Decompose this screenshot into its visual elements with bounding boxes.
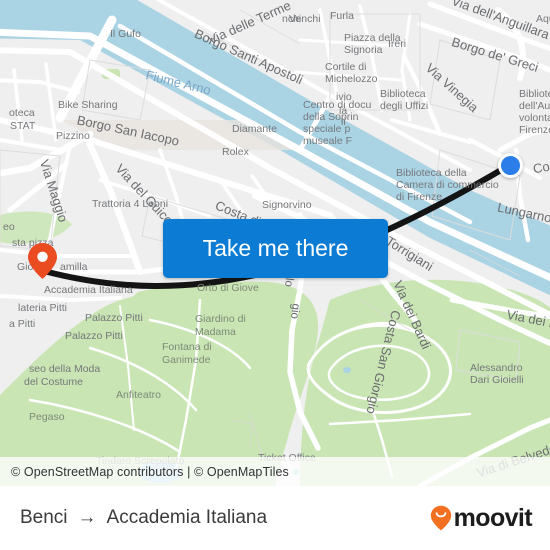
map-attribution: © OpenStreetMap contributors | © OpenMap… [0,457,550,486]
route-destination-label: Accademia Italiana [106,507,268,528]
attribution-text: © OpenStreetMap contributors | © OpenMap… [11,464,289,479]
map-pin-icon [28,243,57,279]
moovit-pin-icon [430,505,451,531]
route-summary: Benci → Accademia Italiana [20,507,267,529]
take-me-there-button[interactable]: Take me there [163,219,388,278]
take-me-there-label: Take me there [202,235,349,261]
arrow-right-icon: → [77,507,97,528]
moovit-logo: moovit [430,503,533,533]
footer-bar: Benci → Accademia Italiana moovit [0,486,550,550]
origin-pin-marker[interactable] [27,242,58,280]
route-origin-label: Benci [20,507,68,528]
map-canvas[interactable]: Il Gufo Venchi Furla Piazza della Signoria Ir… [0,0,550,486]
moovit-map-screen: Il Gufo Venchi Furla Piazza della Signoria Ir… [0,0,550,550]
destination-dot-marker[interactable] [498,153,523,178]
moovit-wordmark: moovit [453,503,533,532]
